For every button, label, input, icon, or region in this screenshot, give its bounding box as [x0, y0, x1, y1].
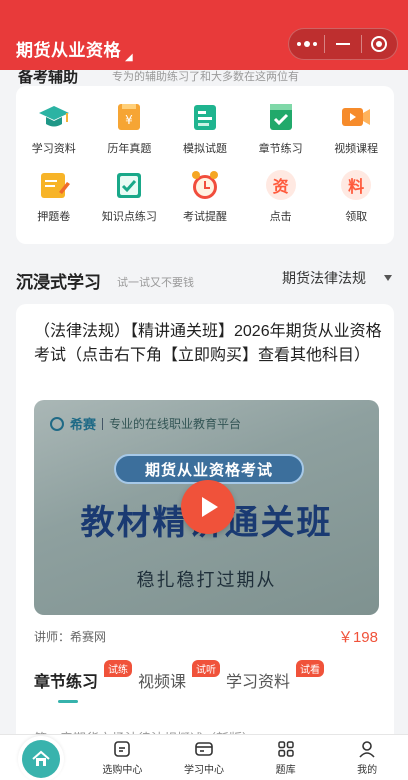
active-tab-indicator: [58, 700, 78, 703]
aid-predicted-papers[interactable]: 押题卷: [16, 168, 92, 224]
tab-study-materials[interactable]: 学习资料 试看: [226, 660, 325, 692]
test-sheet-icon: [188, 100, 222, 134]
video-player[interactable]: 希赛 专业的在线职业教育平台 期货从业资格考试 教材精讲通关班 稳扎稳打过期从: [34, 400, 379, 615]
liao-glyph: 料: [341, 170, 372, 200]
tab-shop-center[interactable]: 选购中心: [82, 735, 164, 780]
aid-label: 点击: [269, 211, 292, 223]
aid-label: 历年真题: [107, 143, 152, 155]
more-dots-icon: [296, 41, 317, 47]
minimize-icon: [335, 43, 350, 45]
aid-video-courses[interactable]: 视频课程: [318, 100, 394, 156]
mini-program-capsule: [288, 28, 398, 60]
video-slogan: 稳扎稳打过期从: [136, 570, 277, 590]
study-aid-subtitle: 专为的辅助练习了和大多数在这两位有: [112, 71, 299, 83]
tab-question-bank[interactable]: 题库: [245, 735, 327, 780]
minimize-button[interactable]: [325, 29, 360, 59]
dropdown-arrow-icon: [384, 275, 392, 281]
zi-glyph-icon: 资: [264, 168, 298, 202]
study-center-icon: [195, 742, 213, 756]
aid-label: 模拟试题: [182, 143, 227, 155]
aid-past-exams[interactable]: ¥ 历年真题: [92, 100, 168, 156]
brand-name: 希赛: [70, 417, 97, 432]
svg-text:¥: ¥: [126, 113, 134, 127]
close-target-icon: [371, 36, 388, 52]
aid-knowledge-practice[interactable]: 知识点练习: [92, 168, 168, 224]
tab-label: 章节练习: [34, 674, 99, 691]
tab-label: 选购中心: [102, 765, 143, 776]
play-button[interactable]: [181, 480, 235, 534]
aid-label: 领取: [345, 211, 368, 223]
tab-mine[interactable]: 我的: [326, 735, 408, 780]
aid-chapter-practice[interactable]: 章节练习: [243, 100, 319, 156]
aid-label: 学习资料: [31, 143, 76, 155]
pencil-note-icon: [37, 168, 71, 202]
cart-box-icon: [114, 741, 131, 757]
tab-label: 我的: [357, 765, 378, 776]
trial-badge: 试练: [104, 660, 133, 677]
course-title[interactable]: （法律法规）【精讲通关班】2026年期货从业资格考试（点击右下角【立即购买】查看…: [34, 320, 384, 368]
home-icon: [22, 740, 60, 778]
title-bar: 期货从业资格 ◢: [0, 0, 408, 70]
exam-paper-icon: ¥: [112, 100, 146, 134]
trial-badge: 试听: [192, 660, 221, 677]
aid-study-materials[interactable]: 学习资料: [16, 100, 92, 156]
book-check-icon: [112, 168, 146, 202]
course-card: （法律法规）【精讲通关班】2026年期货从业资格考试（点击右下角【立即购买】查看…: [16, 304, 394, 746]
subject-selector[interactable]: 期货法律法规: [282, 268, 392, 288]
tab-study-center[interactable]: 学习中心: [163, 735, 245, 780]
tab-chapter-practice[interactable]: 章节练习 试练: [34, 660, 133, 692]
study-aid-card: 学习资料 ¥ 历年真题 模拟试题 章节练习 视频课程 押题卷 知识点练习 考试提…: [16, 86, 394, 244]
tab-label: 学习资料: [226, 674, 291, 691]
course-tabs: 章节练习 试练 视频课 试听 学习资料 试看: [34, 660, 325, 692]
video-brand: 希赛 专业的在线职业教育平台: [50, 414, 241, 433]
app-title-text: 期货从业资格: [16, 41, 121, 60]
course-price: ￥198: [337, 629, 378, 646]
aid-click[interactable]: 资 点击: [243, 168, 319, 224]
tab-label: 学习中心: [183, 765, 224, 776]
more-button[interactable]: [289, 29, 324, 59]
close-button[interactable]: [362, 29, 397, 59]
tab-label: 题库: [275, 765, 296, 776]
trial-badge: 试看: [296, 660, 325, 677]
app-title[interactable]: 期货从业资格 ◢: [16, 36, 134, 63]
brand-logo-icon: [50, 416, 64, 431]
tab-video-course[interactable]: 视频课 试听: [138, 660, 221, 692]
graduation-cap-icon: [37, 100, 71, 134]
teacher-label: 讲师：希赛网: [34, 630, 107, 644]
liao-glyph-icon: 料: [339, 168, 373, 202]
study-aid-grid: 学习资料 ¥ 历年真题 模拟试题 章节练习 视频课程 押题卷 知识点练习 考试提…: [16, 100, 394, 224]
play-icon: [202, 497, 218, 517]
user-icon: [359, 741, 375, 758]
zi-glyph: 资: [265, 170, 296, 200]
home-button[interactable]: [18, 736, 64, 780]
aid-label: 章节练习: [258, 143, 303, 155]
chapter-check-icon: [264, 100, 298, 134]
video-camera-icon: [339, 100, 373, 134]
alarm-clock-icon: [188, 168, 222, 202]
immersive-subtitle: 试一试又不要钱: [117, 277, 194, 289]
aid-label: 考试提醒: [182, 211, 227, 223]
aid-claim[interactable]: 料 领取: [318, 168, 394, 224]
brand-tagline: 专业的在线职业教育平台: [109, 417, 242, 431]
subject-selector-value: 期货法律法规: [282, 270, 366, 286]
tab-label: 视频课: [138, 674, 187, 691]
aid-exam-reminder[interactable]: 考试提醒: [167, 168, 243, 224]
aid-label: 视频课程: [334, 143, 379, 155]
caret-down-icon: ◢: [125, 52, 134, 63]
aid-label: 知识点练习: [101, 211, 157, 223]
grid-icon: [277, 741, 294, 757]
aid-mock-tests[interactable]: 模拟试题: [167, 100, 243, 156]
immersive-title: 沉浸式学习: [16, 273, 101, 292]
aid-label: 押题卷: [37, 211, 71, 223]
